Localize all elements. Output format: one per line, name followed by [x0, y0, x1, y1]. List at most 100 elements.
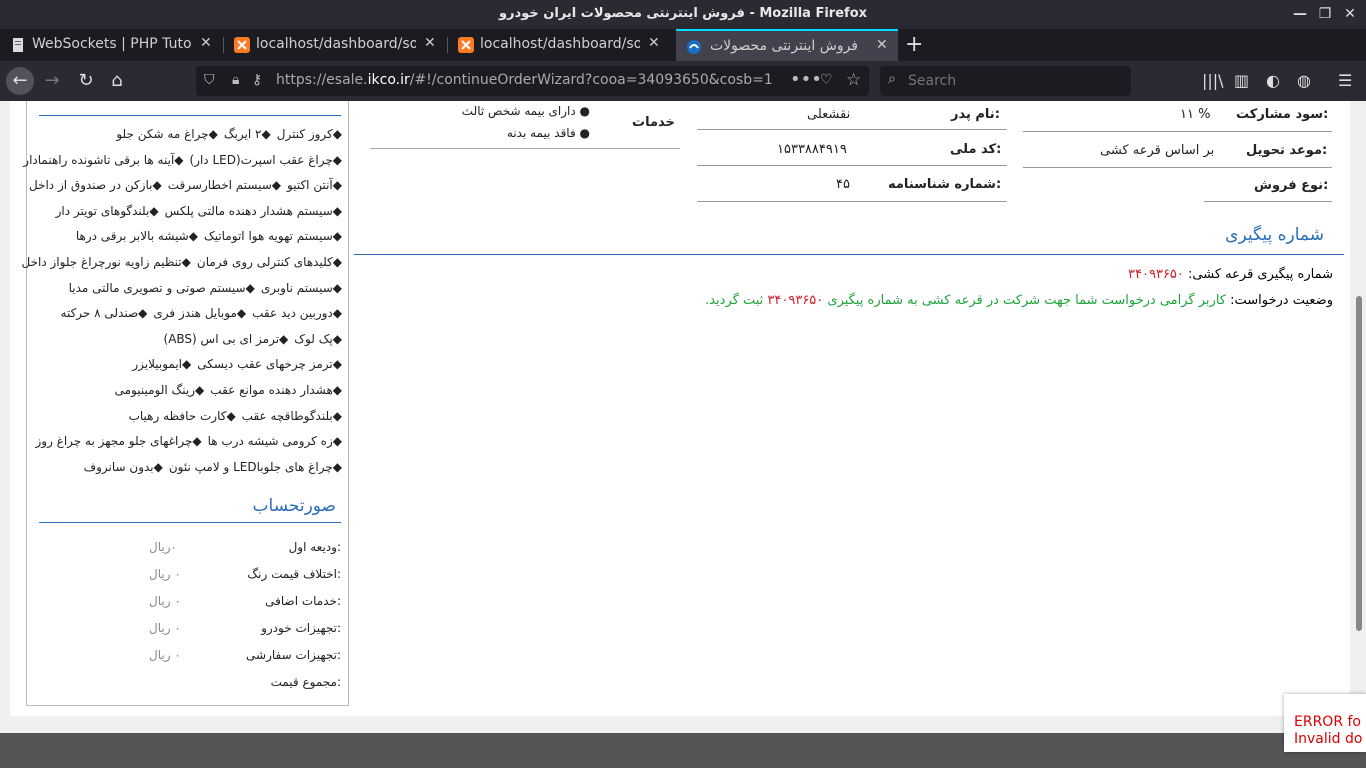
reload-icon[interactable]: ↻ [72, 67, 100, 95]
delivery-label: موعد تحویل: [1246, 143, 1328, 158]
option-row: ◆پک لوک ◆ترمز ای بی اس (ABS) [158, 332, 343, 350]
birth-cert-value: ۴۵ [836, 177, 850, 192]
status-text-1: کاربر گرامی درخواست شما جهت شرکت در قرعه… [827, 293, 1226, 308]
error-line-1: ERROR fo [1294, 714, 1361, 730]
lottery-tracking-number: ۳۴۰۹۳۶۵۰ [1128, 267, 1184, 282]
tab-localhost-1[interactable]: localhost/dashboard/socke ✕ [224, 29, 446, 61]
divider [39, 115, 341, 116]
option-row: ◆زه کرومی شیشه درب ها ◆چراغهای جلو مجهز ب… [29, 434, 342, 452]
sidebar-icon[interactable]: ▥ [1234, 71, 1249, 90]
forward-icon[interactable]: → [38, 67, 66, 95]
divider [697, 129, 1007, 130]
option-item: ◆چراغ مه شکن جلو [116, 127, 218, 141]
lottery-tracking-row: شماره پیگیری قرعه کشی: ۳۴۰۹۳۶۵۰ [1128, 267, 1333, 282]
navigation-bar: ← → ↻ ⌂ ⛉ 🔒︎ ⚷ https://esale.ikco.ir/#!/… [0, 61, 1366, 101]
profit-share-label: سود مشارکت: [1236, 107, 1329, 122]
option-item: ◆صندلی ۸ حرکته [60, 306, 148, 321]
minimize-icon[interactable]: — [1290, 4, 1310, 24]
search-box[interactable]: ⌕ [880, 66, 1131, 96]
option-item: ◆بازکن در صندوق از داخل [28, 178, 162, 193]
url-bar[interactable]: ⛉ 🔒︎ ⚷ https://esale.ikco.ir/#!/continue… [196, 66, 869, 96]
invoice-label: تجهیزات سفارشی: [246, 648, 341, 662]
menu-icon[interactable]: ☰ [1338, 71, 1352, 90]
library-icon[interactable]: |||\ [1202, 71, 1224, 90]
invoice-title: صورتحساب [252, 496, 336, 516]
search-icon: ⌕ [888, 71, 896, 87]
option-item: ◆کروز کنترل [276, 127, 342, 141]
tab-bar: WebSockets | PHP Tutorial ✕ localhost/da… [0, 29, 1366, 61]
option-item: ◆سیستم هشدار دهنده مالتی پلکس [164, 203, 342, 218]
close-window-icon[interactable]: ✕ [1340, 4, 1360, 24]
lock-icon[interactable]: 🔒︎ [232, 72, 239, 88]
tab-label: فروش اینترنتی محصولات ایرا [708, 38, 858, 54]
option-item: ◆بلندگوطاقچه عقب [241, 408, 342, 423]
new-tab-icon[interactable]: + [905, 32, 923, 57]
tab-esale-active[interactable]: فروش اینترنتی محصولات ایرا ✕ [676, 29, 898, 61]
national-code-value: ۱۵۳۳۸۸۴۹۱۹ [777, 142, 847, 157]
option-row: ◆چراغ های جلوباLED و لامپ نئون ◆بدون سانر… [78, 460, 342, 478]
divider [697, 165, 1007, 166]
delivery-value: بر اساس قرعه کشی [1100, 143, 1215, 158]
option-item: ◆چراغهای جلو مجهز به چراغ روز [35, 434, 202, 449]
tab-websockets[interactable]: WebSockets | PHP Tutorial ✕ [0, 29, 222, 61]
bookmark-star-icon[interactable]: ☆ [846, 70, 861, 90]
option-item: ◆۲ ایربگ [223, 127, 271, 141]
page-scrollbar[interactable] [1352, 101, 1366, 716]
invoice-value: ۰ ریال [149, 594, 181, 608]
option-item: ◆آنتن اکتیو [287, 178, 342, 193]
option-row: ◆بلندگوطاقچه عقب ◆کارت حافظه رهیاب [123, 409, 342, 427]
close-tab-icon[interactable]: ✕ [648, 35, 664, 51]
home-icon[interactable]: ⌂ [103, 67, 131, 95]
option-item: ◆زه کرومی شیشه درب ها [207, 434, 342, 449]
tracking-title: شماره پیگیری [1225, 225, 1324, 245]
invoice-label: اختلاف قیمت رنگ: [247, 567, 341, 581]
tab-label: localhost/dashboard/socke [256, 36, 416, 52]
options-heading-clipped: ▬▬▬ [277, 101, 320, 105]
option-item: ◆آینه ها برقی تاشونده راهنمادار [23, 152, 184, 167]
search-input[interactable] [908, 70, 1108, 92]
invoice-row: مجموع قیمت: [39, 675, 341, 693]
invoice-row: اختلاف قیمت رنگ: ۰ ریال [39, 567, 341, 585]
globe-icon[interactable]: ◍ [1297, 71, 1311, 90]
service-item: ● فاقد بیمه بدنه [506, 126, 590, 140]
divider [370, 148, 680, 149]
invoice-row: ودیعه اول: ۰ریال [39, 540, 341, 558]
lottery-tracking-label: شماره پیگیری قرعه کشی: [1188, 267, 1333, 282]
more-actions-icon[interactable]: ••• [790, 69, 822, 90]
close-tab-icon[interactable]: ✕ [424, 35, 440, 51]
order-page: ▬▬▬ ◆کروز کنترل ◆۲ ایربگ ◆چراغ مه شکن جلو ◆… [10, 101, 1350, 716]
xampp-icon [234, 37, 250, 53]
option-item: ◆بلندگوهای تویتر دار [55, 203, 159, 218]
close-tab-icon[interactable]: ✕ [200, 35, 216, 51]
maximize-icon[interactable]: ❐ [1315, 4, 1335, 24]
close-tab-icon[interactable]: ✕ [876, 37, 892, 53]
page-content: ▬▬▬ ◆کروز کنترل ◆۲ ایربگ ◆چراغ مه شکن جلو ◆… [0, 101, 1366, 768]
request-status-row: وضعیت درخواست: کاربر گرامی درخواست شما ج… [705, 293, 1333, 308]
key-icon[interactable]: ⚷ [252, 72, 262, 88]
option-row: ◆ترمز چرخهای عقب دیسکی ◆ایموبیلایزر [126, 357, 342, 375]
option-row: ◆هشدار دهنده موانع عقب ◆رینگ الومینیومی [109, 383, 342, 401]
option-item: ◆سیستم تهویه هوا اتوماتیک [203, 229, 342, 244]
invoice-value: ۰ ریال [149, 567, 181, 581]
profit-share-value: ۱۱ % [1180, 107, 1211, 122]
footer-strip [0, 733, 1366, 768]
car-options-panel: ▬▬▬ ◆کروز کنترل ◆۲ ایربگ ◆چراغ مه شکن جلو ◆… [22, 101, 349, 706]
pocket-icon[interactable]: ♡ [820, 72, 833, 88]
option-row: ◆آنتن اکتیو ◆سیستم اخطارسرقت ◆بازکن در صند… [23, 178, 342, 196]
option-item: ◆ایموبیلایزر [132, 357, 192, 372]
option-row: ◆سیستم ناوبری ◆سیستم صوتی و تصویری مالتی … [63, 281, 342, 299]
option-item: ◆سیستم اخطارسرقت [167, 178, 282, 193]
extension-icon[interactable]: ◐ [1266, 71, 1280, 90]
scrollbar-thumb[interactable] [1356, 296, 1362, 631]
service-item: ● دارای بیمه شخص ثالث [461, 104, 590, 118]
invoice-value: ۰ ریال [149, 621, 181, 635]
divider [697, 201, 1007, 202]
back-icon[interactable]: ← [6, 67, 34, 95]
shield-icon[interactable]: ⛉ [204, 72, 215, 88]
tab-localhost-2[interactable]: localhost/dashboard/socke ✕ [448, 29, 670, 61]
option-item: ◆ترمز چرخهای عقب دیسکی [197, 357, 342, 372]
option-row: ◆کلیدهای کنترلی روی فرمان ◆تنظیم زاویه نو… [16, 255, 343, 273]
option-item: ◆هشدار دهنده موانع عقب [210, 383, 342, 397]
option-item: ◆بدون سانروف [83, 459, 163, 474]
divider [1204, 201, 1332, 202]
